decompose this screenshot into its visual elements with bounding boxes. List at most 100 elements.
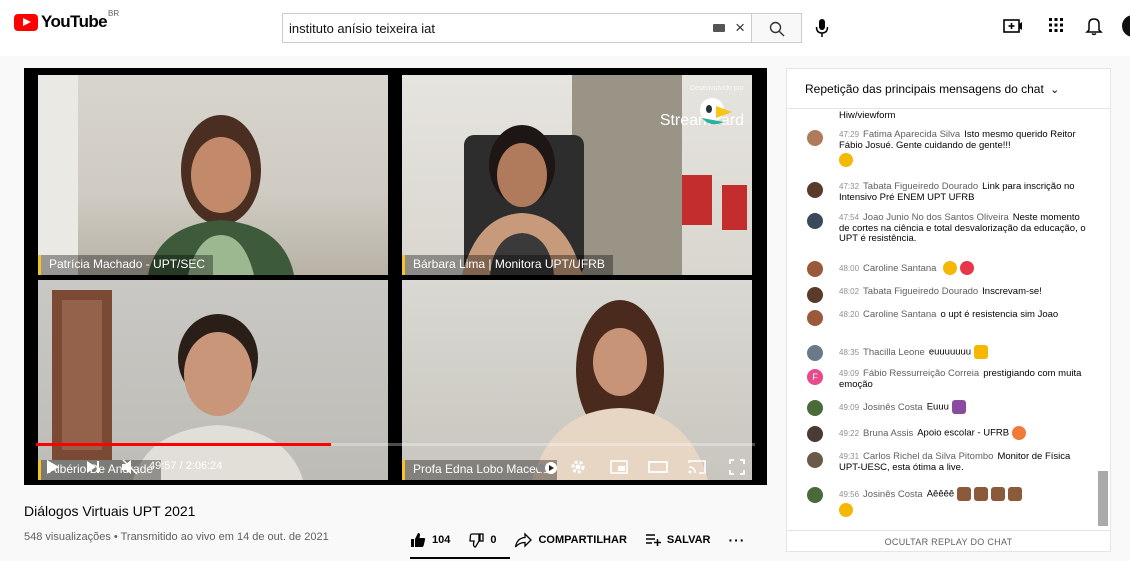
- miniplayer-icon[interactable]: [610, 460, 628, 474]
- avatar[interactable]: [807, 426, 823, 442]
- message-time: 47:32: [839, 182, 860, 191]
- message-author[interactable]: Fábio Ressurreição Correia: [863, 368, 979, 379]
- participant-label-1: Patrícia Machado - UPT/SEC: [38, 255, 214, 275]
- voice-search-button[interactable]: [814, 17, 830, 39]
- video-player[interactable]: Patrícia Machado - UPT/SEC Desenvolvido …: [24, 68, 767, 485]
- chat-scrollbar[interactable]: [1098, 471, 1108, 526]
- create-video-button[interactable]: [1003, 16, 1023, 41]
- kiss-emoji-icon: [839, 153, 853, 167]
- search-box: ×: [282, 13, 752, 43]
- message-author[interactable]: Caroline Santana: [863, 309, 936, 320]
- smiling-hearts-emoji-icon: [1012, 426, 1027, 440]
- video-actions: 104 0 COMPARTILHAR SALVAR ···: [410, 530, 763, 550]
- message-text: Aêêêê: [926, 488, 955, 500]
- message-text: Apoio escolar - UFRB: [917, 427, 1010, 439]
- avatar[interactable]: [807, 400, 823, 416]
- dislike-button[interactable]: 0: [468, 532, 496, 548]
- message-text: Hiw/viewform: [839, 110, 896, 121]
- keyboard-icon[interactable]: [713, 24, 725, 32]
- message-author[interactable]: Tabata Figueiredo Dourado: [863, 286, 978, 297]
- fullscreen-icon[interactable]: [729, 459, 745, 475]
- play-icon[interactable]: [46, 459, 60, 475]
- logo-text: YouTube: [41, 12, 108, 31]
- avatar[interactable]: [807, 452, 823, 468]
- message-author[interactable]: Thacilla Leone: [863, 347, 925, 358]
- smiling-face-icon: [839, 503, 853, 517]
- save-button[interactable]: SALVAR: [645, 533, 710, 547]
- message-text: Euuu: [926, 401, 949, 413]
- search-input[interactable]: [283, 14, 683, 42]
- participant-label-2: Bárbara Lima | Monitora UPT/UFRB: [402, 255, 613, 275]
- avatar[interactable]: [807, 130, 823, 146]
- logo-region: BR: [108, 9, 120, 18]
- notifications-button[interactable]: [1085, 16, 1103, 41]
- chat-message: 48:00 Caroline Santana: [807, 261, 1087, 277]
- chat-message: 48:02 Tabata Figueiredo Dourado Inscrevam-…: [807, 286, 1087, 303]
- message-time: 48:35: [839, 347, 860, 357]
- youtube-logo[interactable]: YouTube BR: [14, 9, 119, 32]
- avatar[interactable]: [807, 213, 823, 229]
- chat-message: 47:32 Tabata Figueiredo Dourado Link para …: [807, 181, 1087, 203]
- thumbs-down-icon: [469, 533, 485, 548]
- message-author[interactable]: Carlos Richel da Silva Pitombo: [863, 451, 993, 462]
- avatar[interactable]: [807, 261, 823, 277]
- like-button[interactable]: 104: [410, 532, 450, 548]
- chat-message: 47:54 Joao Junio No dos Santos Oliveira Ne…: [807, 212, 1087, 245]
- message-time: 49:09: [839, 369, 860, 378]
- clapping-hands-icon: [1008, 487, 1023, 501]
- chat-message: 49:22 Bruna Assis Apoio escolar - UFRB: [807, 426, 1087, 442]
- message-author[interactable]: Fatima Aparecida Silva: [863, 129, 960, 140]
- clapping-hands-icon: [991, 487, 1006, 501]
- time-display: 49:57 / 2:06:24: [149, 460, 223, 472]
- chat-mode-label: Repetição das principais mensagens do ch…: [805, 82, 1044, 96]
- raised-hand-icon: [974, 345, 989, 359]
- progress-fill: [36, 443, 331, 446]
- message-author[interactable]: Josinês Costa: [863, 402, 923, 413]
- share-button[interactable]: COMPARTILHAR: [514, 532, 627, 548]
- chat-message: F 49:09 Fábio Ressurreição Correia prestig…: [807, 368, 1087, 390]
- cast-icon[interactable]: [688, 459, 706, 475]
- create-video-icon: [1003, 19, 1022, 33]
- next-icon[interactable]: [86, 460, 100, 474]
- clapping-hands-icon: [943, 261, 958, 275]
- chat-messages: Hiw/viewform 47:29 Fatima Aparecida Silva…: [787, 109, 1100, 530]
- clapping-hands-icon: [974, 487, 989, 501]
- avatar[interactable]: F: [807, 369, 823, 385]
- chat-message: 49:56 Josinês Costa Aêêêê: [807, 487, 1087, 517]
- search-icon: [769, 21, 784, 37]
- message-author[interactable]: Bruna Assis: [863, 428, 913, 439]
- like-sentiment-bar: [410, 557, 510, 559]
- account-avatar[interactable]: [1122, 15, 1130, 37]
- avatar[interactable]: [807, 345, 823, 361]
- message-author[interactable]: Josinês Costa: [863, 489, 923, 500]
- volume-muted-icon[interactable]: [121, 459, 139, 475]
- chat-header[interactable]: Repetição das principais mensagens do ch…: [787, 69, 1110, 109]
- message-author[interactable]: Caroline Santana: [863, 263, 936, 274]
- settings-gear-icon[interactable]: [570, 459, 586, 475]
- avatar[interactable]: [807, 310, 823, 326]
- player-controls: 49:57 / 2:06:24: [24, 450, 767, 485]
- chat-message: 49:09 Josinês Costa Euuu: [807, 400, 1087, 416]
- apps-button[interactable]: [1047, 16, 1065, 39]
- thumbs-up-icon: [411, 533, 426, 547]
- message-time: 49:09: [839, 402, 860, 412]
- participant-tile-2: Desenvolvido por StreamYard Bárbara Lima…: [402, 75, 752, 275]
- progress-bar[interactable]: [36, 443, 755, 446]
- top-bar: YouTube BR ×: [0, 0, 1130, 56]
- clear-search-icon[interactable]: ×: [735, 18, 745, 38]
- avatar[interactable]: [807, 182, 823, 198]
- message-time: 47:54: [839, 213, 860, 222]
- message-author[interactable]: Tabata Figueiredo Dourado: [863, 181, 978, 192]
- hide-chat-replay-button[interactable]: OCULTAR REPLAY DO CHAT: [787, 530, 1110, 552]
- avatar[interactable]: [807, 287, 823, 303]
- autoplay-toggle-icon[interactable]: [536, 461, 558, 475]
- message-author[interactable]: Joao Junio No dos Santos Oliveira: [863, 212, 1009, 223]
- more-actions-button[interactable]: ···: [728, 532, 745, 548]
- message-text: Inscrevam-se!: [982, 286, 1042, 297]
- message-time: 49:22: [839, 428, 860, 438]
- add-to-playlist-icon: [645, 534, 661, 546]
- search-button[interactable]: [752, 13, 802, 43]
- message-time: 48:20: [839, 310, 860, 319]
- avatar[interactable]: [807, 487, 823, 503]
- theater-mode-icon[interactable]: [648, 460, 668, 474]
